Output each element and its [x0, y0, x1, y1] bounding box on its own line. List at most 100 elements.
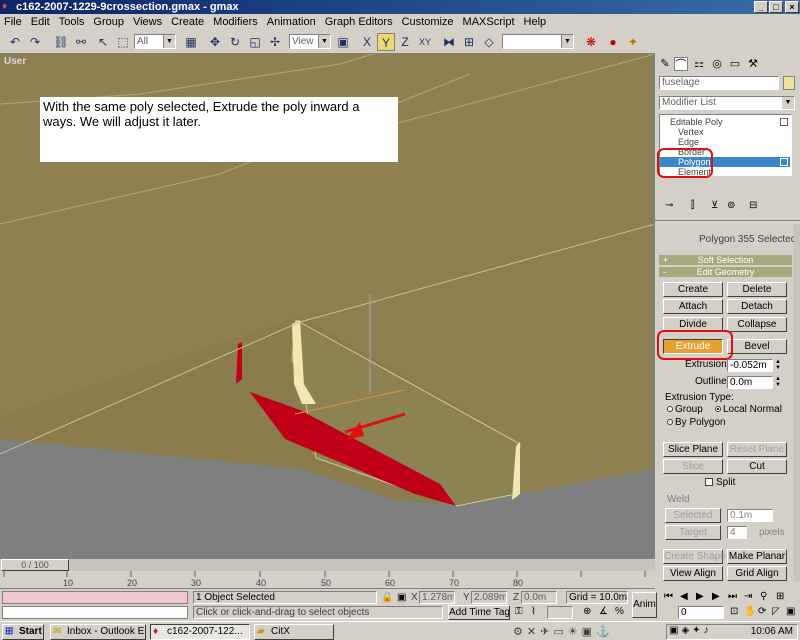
time-slider-thumb[interactable]: 0 / 100	[1, 559, 69, 571]
stack-item-editable-poly[interactable]: Editable Poly	[660, 117, 790, 127]
zoom-icon[interactable]: ⚲	[760, 591, 767, 603]
slice-button[interactable]: Slice	[663, 459, 723, 474]
tray-app-icon[interactable]: ☀	[568, 626, 582, 638]
modify-tab-icon[interactable]: ⌒	[674, 57, 688, 71]
start-button[interactable]: ⊞ Start	[2, 624, 44, 640]
display-tab-icon[interactable]: ▭	[728, 57, 742, 71]
reference-coord-dropdown[interactable]: View ▼	[289, 34, 331, 49]
snaps-icon[interactable]: ◇	[480, 33, 498, 51]
tray-app-icon[interactable]: ▣	[582, 626, 596, 638]
collapse-button[interactable]: Collapse	[727, 317, 787, 332]
slice-plane-button[interactable]: Slice Plane	[663, 442, 723, 457]
panel-scrollbar[interactable]	[794, 224, 800, 582]
extrusion-spinner-icon[interactable]: ▲ ▼	[774, 359, 782, 371]
attach-button[interactable]: Attach	[663, 299, 723, 314]
stack-toggle-icon[interactable]	[780, 158, 788, 166]
scale-icon[interactable]: ◱	[246, 33, 264, 51]
show-end-result-icon[interactable]: ⫿	[691, 200, 694, 212]
tray-app-icon[interactable]: ⚓	[596, 626, 614, 638]
select-by-name-icon[interactable]: ▦	[182, 33, 200, 51]
menu-group[interactable]: Group	[93, 16, 124, 28]
radio-by-polygon[interactable]: By Polygon	[667, 417, 726, 429]
add-time-tag-button[interactable]: Add Time Tag	[448, 605, 510, 620]
tangent-icon[interactable]: ⌇	[531, 606, 536, 617]
radio-group[interactable]: Group	[667, 404, 703, 416]
menu-help[interactable]: Help	[524, 16, 547, 28]
zoom-extents-icon[interactable]: ⊡	[730, 606, 738, 618]
align-icon[interactable]: ⊞	[460, 33, 478, 51]
selection-center-icon[interactable]: ✢	[266, 33, 284, 51]
unlink-icon[interactable]: ⚯	[72, 33, 90, 51]
motion-tab-icon[interactable]: ◎	[710, 57, 724, 71]
stack-item-vertex[interactable]: Vertex	[660, 127, 790, 137]
task-gmax[interactable]: ♦ c162-2007-122...	[150, 624, 250, 640]
current-frame-field[interactable]: 0	[678, 606, 724, 619]
stack-item-edge[interactable]: Edge	[660, 137, 790, 147]
tray-app-icon[interactable]: ✈	[540, 626, 553, 638]
delete-button[interactable]: Delete	[727, 282, 787, 297]
close-button[interactable]: ×	[785, 1, 799, 13]
split-checkbox[interactable]: Split	[705, 477, 735, 489]
detach-button[interactable]: Detach	[727, 299, 787, 314]
outline-spinner-icon[interactable]: ▲ ▼	[774, 376, 782, 388]
radio-local-normal[interactable]: Local Normal	[715, 404, 782, 416]
timeline-ruler[interactable]: 10 20 30 40 50 60 70 80	[0, 571, 655, 589]
tray-app-icon[interactable]: ▭	[553, 626, 567, 638]
create-button[interactable]: Create	[663, 282, 723, 297]
configure-sets-icon[interactable]: ⊟	[749, 200, 757, 212]
material-editor-icon[interactable]: ❋	[582, 33, 600, 51]
key-filter-field[interactable]	[547, 606, 573, 619]
z-coordinate-field[interactable]: 0.0m	[521, 591, 557, 604]
restrict-z-icon[interactable]: Z	[396, 33, 414, 51]
remove-modifier-icon[interactable]: ⊚	[727, 200, 735, 212]
object-name-field[interactable]: fuselage	[659, 76, 779, 90]
tray-app-icon[interactable]: ⚙	[513, 626, 527, 638]
menu-graph-editors[interactable]: Graph Editors	[325, 16, 393, 28]
menu-customize[interactable]: Customize	[402, 16, 454, 28]
bevel-button[interactable]: Bevel	[727, 339, 787, 354]
minimize-button[interactable]: _	[754, 1, 768, 13]
menu-views[interactable]: Views	[133, 16, 162, 28]
menu-edit[interactable]: Edit	[31, 16, 50, 28]
field-of-view-icon[interactable]: ◸	[772, 606, 780, 618]
view-align-button[interactable]: View Align	[663, 566, 723, 581]
create-tab-icon[interactable]: ✎	[658, 57, 672, 71]
mirror-icon[interactable]: ⧓	[440, 33, 458, 51]
rotate-icon[interactable]: ↻	[226, 33, 244, 51]
grid-align-button[interactable]: Grid Align	[727, 566, 787, 581]
pin-stack-icon[interactable]: ⊸	[665, 200, 673, 212]
move-icon[interactable]: ✥	[206, 33, 224, 51]
selection-filter-dropdown[interactable]: All ▼	[134, 34, 176, 49]
task-citx[interactable]: ▰ CitX	[254, 624, 334, 640]
go-to-end-icon[interactable]: ⏭	[728, 591, 737, 603]
weld-selected-button[interactable]: Selected	[665, 508, 721, 523]
angle-snap-icon[interactable]: ∡	[599, 606, 608, 617]
x-coordinate-field[interactable]: 1.278m	[419, 591, 455, 604]
maxscript-input-mini[interactable]	[2, 606, 188, 619]
restrict-y-icon[interactable]: Y	[377, 33, 395, 51]
quick-launch-icons[interactable]: ⚙✕✈▭☀▣⚓	[513, 625, 663, 639]
make-planar-button[interactable]: Make Planar	[727, 549, 787, 564]
maxscript-listener-mini[interactable]	[2, 591, 188, 604]
menu-create[interactable]: Create	[171, 16, 204, 28]
weld-target-button[interactable]: Target	[665, 525, 721, 540]
weld-threshold-field[interactable]: 0.1m	[727, 509, 773, 522]
cut-button[interactable]: Cut	[727, 459, 787, 474]
reset-plane-button[interactable]: Reset Plane	[727, 442, 787, 457]
absolute-mode-icon[interactable]: ▣	[397, 592, 406, 603]
zoom-all-icon[interactable]: ⊞	[776, 591, 784, 603]
redo-icon[interactable]: ↷	[26, 33, 44, 51]
edit-geometry-rollout[interactable]: - Edit Geometry	[659, 267, 792, 277]
quick-render-icon[interactable]: ✦	[624, 33, 642, 51]
y-coordinate-field[interactable]: 2.089m	[471, 591, 507, 604]
menu-modifiers[interactable]: Modifiers	[213, 16, 258, 28]
undo-icon[interactable]: ↶	[6, 33, 24, 51]
make-unique-icon[interactable]: ⊻	[711, 200, 718, 212]
previous-frame-icon[interactable]: ◀	[680, 591, 688, 603]
task-outlook[interactable]: ✉ Inbox - Outlook E...	[50, 624, 146, 640]
restrict-x-icon[interactable]: X	[358, 33, 376, 51]
pivot-center-icon[interactable]: ▣	[334, 33, 352, 51]
select-object-icon[interactable]: ↖	[94, 33, 112, 51]
pan-icon[interactable]: ✋	[744, 606, 756, 618]
weld-target-field[interactable]: 4	[727, 526, 747, 539]
